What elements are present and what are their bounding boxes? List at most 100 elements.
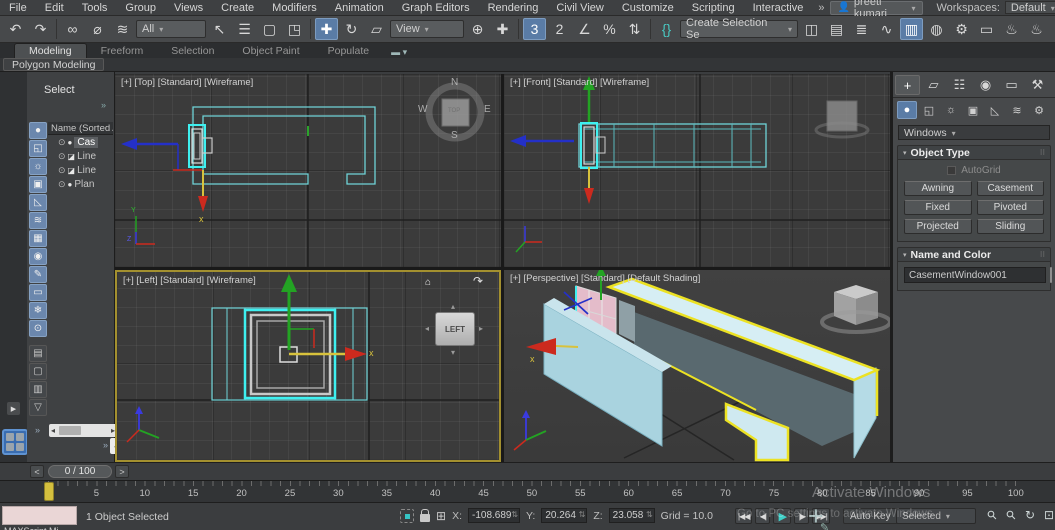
filter-shapes-icon[interactable]: ◱ [29, 140, 47, 157]
maximize-viewport-icon[interactable]: ⊡ [1041, 507, 1055, 523]
maxscript-mini-listener[interactable] [2, 506, 77, 525]
window-crossing-icon[interactable]: ◳ [283, 18, 306, 40]
curve-editor-icon[interactable]: ∿ [875, 18, 898, 40]
hierarchy-tab[interactable]: ☷ [947, 75, 972, 95]
filter-hidden-icon[interactable]: ⊙ [29, 320, 47, 337]
snap-25d-icon[interactable]: 2 [548, 18, 571, 40]
angle-snap-icon[interactable]: ∠ [573, 18, 596, 40]
absolute-mode-icon[interactable]: ⊞ [436, 509, 446, 523]
spinner-snap-icon[interactable]: ⇅ [623, 18, 646, 40]
window-type-button[interactable]: Awning [904, 181, 972, 196]
material-editor-icon[interactable]: ◍ [925, 18, 948, 40]
menu-item[interactable]: Interactive [744, 2, 813, 14]
front-viewport-canvas[interactable] [504, 74, 893, 267]
helpers-category-icon[interactable]: ◺ [985, 101, 1005, 119]
use-pivot-center-icon[interactable]: ⊕ [466, 18, 489, 40]
cameras-category-icon[interactable]: ▣ [963, 101, 983, 119]
mirror-icon[interactable]: ◫ [800, 18, 823, 40]
viewcube-orbit-icon[interactable]: ↷ [473, 274, 483, 288]
polygon-modeling-panel[interactable]: Polygon Modeling [3, 58, 104, 71]
select-and-move-icon[interactable]: ✚ [315, 18, 338, 40]
scrollbar-chevron-icon[interactable]: » [103, 440, 108, 450]
select-and-link-icon[interactable]: ∞ [61, 18, 84, 40]
menu-item[interactable]: Scripting [683, 2, 744, 14]
top-viewport[interactable]: [+] [Top] [Standard] [Wireframe] [115, 74, 501, 267]
filter-bones-icon[interactable]: ✎ [29, 266, 47, 283]
compass-south[interactable]: S [451, 130, 458, 141]
go-to-start-button[interactable]: |◀◀ [735, 508, 752, 524]
previous-frame-button[interactable]: ◀| [755, 508, 770, 524]
menu-item[interactable]: Animation [326, 2, 393, 14]
scrollbar-thumb[interactable] [59, 426, 81, 435]
filter-funnel-icon[interactable]: ▽ [29, 399, 47, 416]
viewport-label[interactable]: [+] [Front] [Standard] [Wireframe] [510, 77, 649, 88]
display-children-icon[interactable]: ▥ [29, 381, 47, 398]
top-viewport-canvas[interactable] [115, 74, 501, 267]
systems-category-icon[interactable]: ⚙ [1029, 101, 1049, 119]
next-frame-step-button[interactable]: > [115, 465, 129, 478]
left-viewcube[interactable]: LEFT [435, 312, 475, 346]
menu-overflow-icon[interactable]: » [812, 2, 830, 14]
panel-chevron-icon[interactable]: » [101, 100, 106, 110]
object-color-swatch[interactable] [1050, 267, 1052, 283]
bind-to-spacewarp-icon[interactable]: ≋ [111, 18, 134, 40]
percent-snap-icon[interactable]: % [598, 18, 621, 40]
explorer-horizontal-scrollbar[interactable]: ◂ ▸ [49, 424, 117, 437]
scene-item-line-2[interactable]: ⊙ ◪ Line [48, 163, 113, 177]
motion-tab[interactable]: ◉ [973, 75, 998, 95]
orbit-icon[interactable]: ↻ [1022, 507, 1038, 523]
object-name-input[interactable] [904, 267, 1046, 283]
user-account-dropdown[interactable]: 👤 preeti kumari [830, 1, 922, 15]
menu-item[interactable]: Group [116, 2, 165, 14]
create-tab[interactable]: + [895, 75, 920, 95]
menu-item[interactable]: Views [165, 2, 212, 14]
rollout-header[interactable]: ▾ Name and Color ⁝⁝ [897, 247, 1051, 262]
window-type-button[interactable]: Projected [904, 219, 972, 234]
snaps-toggle-icon[interactable]: 3 [523, 18, 546, 40]
previous-frame-step-button[interactable]: < [30, 465, 44, 478]
scene-item-plane[interactable]: ⊙ ● Plan [48, 177, 113, 191]
x-coord-field[interactable]: -108.689 [468, 508, 520, 523]
spacewarps-category-icon[interactable]: ≋ [1007, 101, 1027, 119]
key-filter-dropdown[interactable]: Selected [896, 508, 976, 524]
timeline-ruler[interactable]: 0510152025303540455055606570758085909510… [0, 480, 1055, 502]
menu-item[interactable]: Modifiers [263, 2, 326, 14]
undo-icon[interactable]: ↶ [4, 18, 27, 40]
y-coord-field[interactable]: 20.264 [541, 508, 587, 523]
menu-item[interactable]: Customize [613, 2, 683, 14]
select-by-name-icon[interactable]: ☰ [233, 18, 256, 40]
visibility-eye-icon[interactable]: ⊙ [58, 179, 66, 190]
workspace-dropdown[interactable]: Default [1005, 1, 1055, 14]
compass-east[interactable]: E [484, 104, 491, 115]
set-key-icon[interactable]: + ✎ [808, 503, 824, 530]
scene-explorer-icon[interactable]: ▤ [825, 18, 848, 40]
schematic-view-icon[interactable]: ▥ [900, 18, 923, 40]
menu-item[interactable]: Edit [36, 2, 73, 14]
menu-item[interactable]: Civil View [547, 2, 612, 14]
selection-region-icon[interactable] [400, 509, 414, 523]
rollout-header[interactable]: ▾ Object Type ⁝⁝ [897, 145, 1051, 160]
left-viewport-canvas[interactable] [117, 272, 499, 460]
ribbon-tab[interactable]: Freeform [87, 44, 158, 58]
render-production-icon[interactable]: ♨ [1000, 18, 1023, 40]
named-selection-set-dropdown[interactable]: Create Selection Se [680, 20, 798, 38]
window-type-button[interactable]: Sliding [977, 219, 1045, 234]
filter-helpers-icon[interactable]: ◺ [29, 194, 47, 211]
render-iterative-icon[interactable]: ♨ [1025, 18, 1048, 40]
window-type-button[interactable]: Casement [977, 181, 1045, 196]
modify-tab[interactable]: ▱ [921, 75, 946, 95]
ribbon-tab[interactable]: Modeling [14, 43, 87, 58]
time-slider[interactable] [44, 482, 54, 501]
display-expand-icon[interactable]: ▤ [29, 345, 47, 362]
filter-containers-icon[interactable]: ▭ [29, 284, 47, 301]
scrollbar-chevron-icon[interactable]: » [35, 425, 40, 435]
filter-lights-icon[interactable]: ☼ [29, 158, 47, 175]
menu-item[interactable]: File [0, 2, 36, 14]
checkbox-icon[interactable] [947, 166, 956, 175]
visibility-eye-icon[interactable]: ⊙ [58, 137, 66, 148]
render-icon[interactable]: ♨ [1050, 18, 1055, 40]
viewport-layout-tab[interactable] [2, 429, 28, 455]
compass-west[interactable]: W [418, 104, 427, 115]
filter-spacewarps-icon[interactable]: ≋ [29, 212, 47, 229]
unlink-selection-icon[interactable]: ⌀ [86, 18, 109, 40]
